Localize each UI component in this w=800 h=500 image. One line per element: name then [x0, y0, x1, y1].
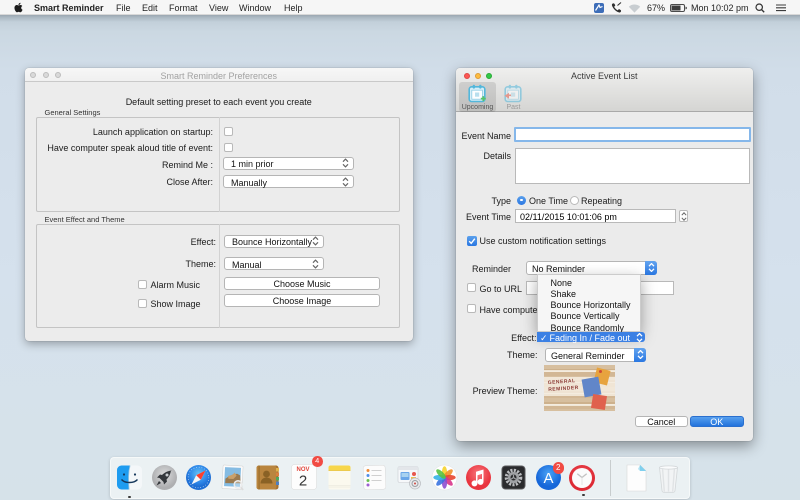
- svg-text:A: A: [543, 470, 553, 487]
- svg-text:2: 2: [298, 473, 306, 490]
